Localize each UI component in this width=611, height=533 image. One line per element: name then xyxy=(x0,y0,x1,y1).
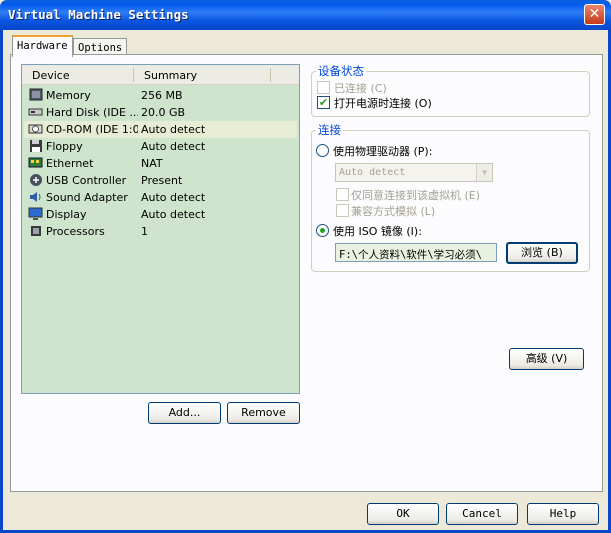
device-name: USB Controller xyxy=(46,174,127,187)
device-summary: NAT xyxy=(141,157,163,170)
browse-button[interactable]: 浏览 (B) xyxy=(506,242,578,264)
device-row-hard-disk[interactable]: Hard Disk (IDE ... 20.0 GB xyxy=(24,104,297,121)
device-summary: 20.0 GB xyxy=(141,106,186,119)
drive-select: Auto detect ▼ xyxy=(335,163,493,182)
tab-hardware[interactable]: Hardware xyxy=(12,35,73,57)
device-list-header: Device Summary xyxy=(22,65,299,85)
device-name: Floppy xyxy=(46,140,83,153)
add-button[interactable]: Add... xyxy=(148,402,221,424)
device-row-sound[interactable]: Sound Adapter Auto detect xyxy=(24,189,297,206)
display-icon xyxy=(28,207,43,221)
device-name: Memory xyxy=(46,89,91,102)
help-button[interactable]: Help xyxy=(527,503,599,525)
device-name: Display xyxy=(46,208,87,221)
device-name: Sound Adapter xyxy=(46,191,128,204)
device-summary: Auto detect xyxy=(141,191,206,204)
device-row-cdrom[interactable]: CD-ROM (IDE 1:0) Auto detect xyxy=(24,121,297,138)
device-row-memory[interactable]: Memory 256 MB xyxy=(24,87,297,104)
device-row-usb[interactable]: USB Controller Present xyxy=(24,172,297,189)
floppy-icon xyxy=(28,139,43,153)
device-summary: Present xyxy=(141,174,183,187)
iso-path-input[interactable]: F:\个人资料\软件\学习必须\ xyxy=(335,243,497,262)
usb-icon xyxy=(28,173,43,187)
device-row-display[interactable]: Display Auto detect xyxy=(24,206,297,223)
column-divider[interactable] xyxy=(270,68,271,82)
device-summary: Auto detect xyxy=(141,123,206,136)
cdrom-icon xyxy=(28,122,43,136)
connect-at-power-on-checkbox[interactable]: ✔ xyxy=(317,96,330,109)
remove-button[interactable]: Remove xyxy=(227,402,300,424)
chevron-down-icon: ▼ xyxy=(476,164,492,181)
iso-image-label[interactable]: 使用 ISO 镜像 (I): xyxy=(333,223,422,239)
sound-icon xyxy=(28,190,43,204)
connected-checkbox xyxy=(317,81,330,94)
title-bar: Virtual Machine Settings ✕ xyxy=(0,0,611,30)
close-button[interactable]: ✕ xyxy=(584,4,605,25)
physical-drive-radio[interactable] xyxy=(316,144,329,157)
legacy-emulation-label: 兼容方式模拟 (L) xyxy=(351,205,436,218)
connected-label: 已连接 (C) xyxy=(334,82,387,95)
cancel-button[interactable]: Cancel xyxy=(446,503,518,525)
ok-button[interactable]: OK xyxy=(367,503,439,525)
device-name: Ethernet xyxy=(46,157,94,170)
advanced-button[interactable]: 高级 (V) xyxy=(509,348,584,370)
drive-select-value: Auto detect xyxy=(339,167,406,178)
device-row-floppy[interactable]: Floppy Auto detect xyxy=(24,138,297,155)
radio-dot xyxy=(320,228,325,233)
device-list[interactable]: Device Summary Memory 256 MB Hard Disk (… xyxy=(21,64,300,394)
processor-icon xyxy=(28,224,43,238)
iso-image-radio[interactable] xyxy=(316,224,329,237)
device-status-title: 设备状态 xyxy=(316,63,366,79)
close-icon: ✕ xyxy=(588,6,601,22)
legacy-emulation-checkbox xyxy=(336,204,349,217)
device-summary: Auto detect xyxy=(141,140,206,153)
legacy-connect-label: 仅同意连接到该虚拟机 (E) xyxy=(351,189,481,202)
column-header-device[interactable]: Device xyxy=(32,69,70,82)
device-summary: Auto detect xyxy=(141,208,206,221)
ethernet-icon xyxy=(28,156,43,170)
connect-at-power-on-label[interactable]: 打开电源时连接 (O) xyxy=(334,95,432,111)
device-name: Hard Disk (IDE ... xyxy=(46,106,138,119)
device-summary: 1 xyxy=(141,225,148,238)
physical-drive-label[interactable]: 使用物理驱动器 (P): xyxy=(333,143,432,159)
device-name: Processors xyxy=(46,225,105,238)
window-title: Virtual Machine Settings xyxy=(8,7,189,22)
device-name: CD-ROM (IDE 1:0) xyxy=(46,123,138,136)
connection-title: 连接 xyxy=(316,122,343,138)
hard-disk-icon xyxy=(28,105,43,119)
device-row-processors[interactable]: Processors 1 xyxy=(24,223,297,240)
device-summary: 256 MB xyxy=(141,89,183,102)
device-row-ethernet[interactable]: Ethernet NAT xyxy=(24,155,297,172)
column-divider[interactable] xyxy=(133,68,134,82)
column-header-summary[interactable]: Summary xyxy=(144,69,197,82)
memory-icon xyxy=(28,88,43,102)
legacy-connect-checkbox xyxy=(336,188,349,201)
